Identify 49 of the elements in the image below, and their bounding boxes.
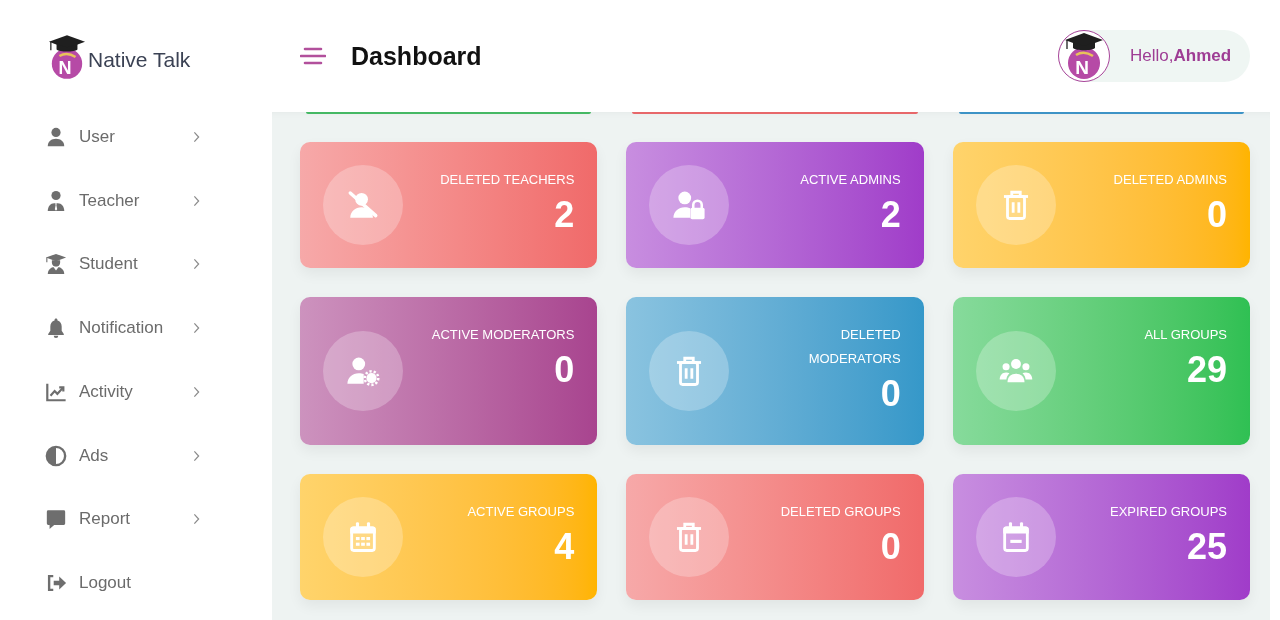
stat-label: DELETED ADMINS (1113, 171, 1227, 189)
stat-label: EXPIRED GROUPS (1109, 503, 1227, 521)
stat-label: ACTIVE MODERATORS (431, 326, 575, 344)
stat-value: 2 (553, 193, 575, 237)
stat-label: DELETED MODERATORS (807, 326, 901, 368)
chevron-right-icon (193, 513, 200, 526)
graduation-cap-icon (1065, 33, 1103, 51)
page-title: Dashboard (351, 41, 482, 71)
greeting-text: Hello,Ahmed (1130, 46, 1232, 66)
contrast-icon (45, 444, 67, 467)
stat-value: 4 (553, 525, 575, 569)
menu-icon[interactable] (300, 46, 326, 66)
chevron-right-icon (193, 258, 200, 271)
chevron-right-icon (193, 449, 200, 462)
teacher-icon (45, 189, 67, 212)
logo-letter: N (58, 57, 72, 78)
sidebar-item[interactable]: Logout (45, 551, 200, 615)
stat-label: DELETED GROUPS (780, 503, 901, 521)
stat-value: 2 (879, 193, 901, 237)
stat-value: 0 (553, 348, 575, 392)
chevron-right-icon (193, 322, 200, 335)
stat-value: 25 (1185, 525, 1227, 569)
sidebar-item[interactable]: Report (45, 487, 200, 552)
sidebar-item[interactable]: User (45, 105, 200, 169)
stat-value: 0 (1205, 193, 1227, 237)
logo-letter: N (1075, 57, 1089, 78)
chevron-right-icon (193, 385, 200, 398)
logo-badge-icon (1068, 47, 1100, 79)
sidebar-item[interactable]: Notification (45, 296, 200, 360)
chevron-right-icon (193, 194, 200, 207)
graduation-cap-icon (48, 34, 86, 52)
stat-value: 0 (879, 525, 901, 569)
comment-icon (45, 508, 67, 531)
stat-label: ACTIVE ADMINS (800, 171, 901, 189)
student-icon (45, 253, 67, 276)
sidebar-item[interactable]: Teacher (45, 168, 200, 233)
stat-value: 29 (1185, 348, 1227, 392)
stat-value: 0 (879, 372, 901, 416)
user-menu[interactable]: N Hello,Ahmed (1058, 30, 1250, 82)
sidebar-item[interactable]: Ads (45, 423, 200, 488)
chevron-right-icon (193, 130, 200, 143)
stat-label: DELETED TEACHERS (440, 171, 575, 189)
brand-name: Native Talk (88, 47, 191, 72)
sidebar-item[interactable]: Student (45, 232, 200, 297)
bell-icon (45, 317, 67, 340)
user-icon (45, 125, 67, 148)
stat-label: ACTIVE GROUPS (467, 503, 575, 521)
stat-label: ALL GROUPS (1144, 326, 1227, 344)
sidebar-item[interactable]: Activity (45, 360, 200, 424)
